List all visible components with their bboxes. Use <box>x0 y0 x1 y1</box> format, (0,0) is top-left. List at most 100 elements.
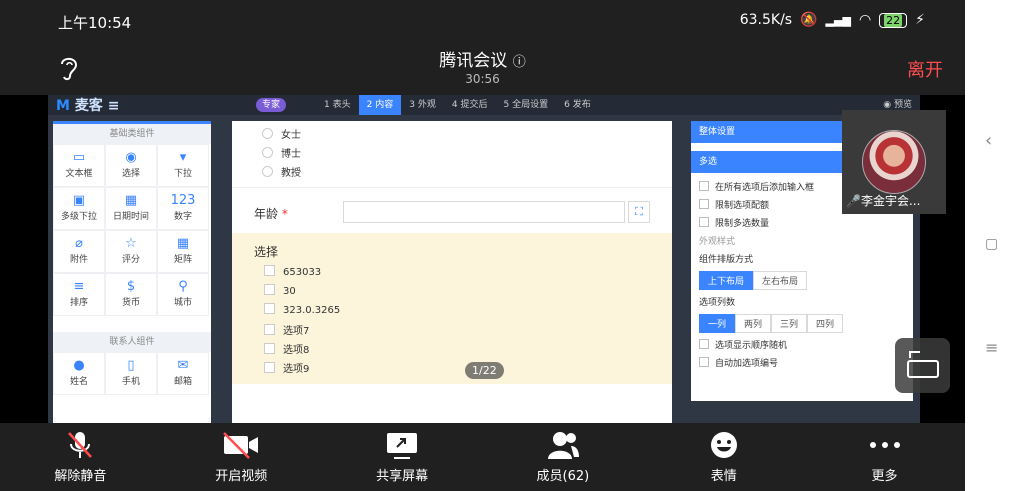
component-item[interactable]: ▦ 日期时间 <box>105 187 157 230</box>
component-item[interactable]: ✉ 邮箱 <box>157 352 209 395</box>
currency-icon: $ <box>126 279 136 294</box>
setting-checkbox[interactable]: 选项显示顺序随机 <box>691 337 913 355</box>
sort-icon: ≡ <box>73 279 85 294</box>
meeting-title[interactable]: 腾讯会议 ⓘ <box>0 46 965 71</box>
columns-segmented-control: 一列 两列 三列 四列 <box>691 314 913 333</box>
text-box-icon: ▭ <box>72 150 86 165</box>
status-right: 63.5K/s 🔕 ▂▄▆ ◠ 22 ⚡ <box>740 12 925 28</box>
step-tab[interactable]: 1 表头 <box>316 95 359 115</box>
meeting-screen: 上午10:54 63.5K/s 🔕 ▂▄▆ ◠ 22 ⚡ 腾讯会议 ⓘ 30:5… <box>0 0 1024 491</box>
share-screen-icon <box>387 433 418 459</box>
component-item[interactable]: ● 姓名 <box>53 352 105 395</box>
eye-icon: ◉ <box>883 100 892 110</box>
members-icon <box>547 432 579 459</box>
mute-bell-icon: 🔕 <box>800 12 818 28</box>
mail-icon: ✉ <box>177 358 189 373</box>
step-tab-active[interactable]: 2 内容 <box>358 95 402 115</box>
avatar <box>862 130 926 194</box>
app-top-bar: M 麦客 ≡ 专家 1 表头 2 内容 3 外观 4 提交后 5 全局设置 6 … <box>48 95 920 115</box>
menu-icon[interactable]: ≡ <box>108 98 120 114</box>
partial-row <box>53 316 211 328</box>
star-icon: ☆ <box>125 236 137 251</box>
status-time: 上午10:54 <box>58 14 132 32</box>
component-item[interactable]: $ 货币 <box>105 273 157 316</box>
step-tab[interactable]: 5 全局设置 <box>496 95 557 115</box>
columns-label: 选项列数 <box>699 298 736 308</box>
layout-option[interactable]: 左右布局 <box>753 271 808 290</box>
component-item[interactable]: 123 数字 <box>157 187 209 230</box>
layout-label: 组件排版方式 <box>699 255 754 265</box>
basic-components-grid: ▭ 文本框 ◉ 选择 ▾ 下拉 ▣ 多级下拉 ▦ 日期时间 123 数字 ⌀ 附件 ☆ 评分 ▦… <box>53 144 211 316</box>
toolbar-label: 成员(62) <box>536 469 590 484</box>
column-option[interactable]: 两列 <box>735 314 772 333</box>
dropdown-icon: ▾ <box>179 150 187 165</box>
component-item[interactable]: ◉ 选择 <box>105 144 157 187</box>
component-item[interactable]: ⌀ 附件 <box>53 230 105 273</box>
checkbox-option[interactable]: 选项9 <box>264 360 309 375</box>
toolbar-label: 表情 <box>710 469 737 484</box>
step-tab[interactable]: 6 发布 <box>556 95 599 115</box>
column-option[interactable]: 四列 <box>807 314 844 333</box>
component-item[interactable]: ≡ 排序 <box>53 273 105 316</box>
layout-option[interactable]: 上下布局 <box>699 271 754 290</box>
paperclip-icon: ⌀ <box>75 236 83 251</box>
checkbox-option[interactable]: 323.0.3265 <box>264 303 340 316</box>
component-item[interactable]: ▣ 多级下拉 <box>53 187 105 230</box>
setting-checkbox[interactable]: 限制多选数量 <box>691 215 913 233</box>
radio-option[interactable]: 博士 <box>262 145 301 160</box>
unmute-button[interactable]: 解除静音 <box>0 423 161 491</box>
age-label: 年龄 * <box>254 207 288 221</box>
toolbar-label: 共享屏幕 <box>376 469 429 484</box>
age-input[interactable] <box>343 201 625 223</box>
start-video-button[interactable]: 开启视频 <box>161 423 322 491</box>
mic-icon: 🎤 <box>846 194 861 208</box>
phone-icon: ▯ <box>127 358 135 373</box>
rotate-screen-button[interactable] <box>895 338 950 393</box>
step-tab[interactable]: 4 提交后 <box>444 95 496 115</box>
app-logo: M 麦客 ≡ <box>56 98 120 114</box>
emoji-button[interactable]: 表情 <box>643 423 804 491</box>
radio-option[interactable]: 女士 <box>262 126 301 141</box>
home-icon[interactable]: ▢ <box>985 236 998 252</box>
checkbox-option[interactable]: 选项7 <box>264 322 309 337</box>
recents-icon[interactable]: ≡ <box>985 338 998 357</box>
column-option[interactable]: 一列 <box>699 314 736 333</box>
appearance-label: 外观样式 <box>699 237 736 247</box>
more-button[interactable]: 更多 <box>804 423 965 491</box>
radio-option[interactable]: 教授 <box>262 164 301 179</box>
mic-muted-icon <box>68 432 93 458</box>
shared-app-window: M 麦客 ≡ 专家 1 表头 2 内容 3 外观 4 提交后 5 全局设置 6 … <box>48 95 920 423</box>
select-block[interactable]: 选择 653033 30 323.0.3265 选项7 选项8 选项9 1/22 <box>232 233 672 384</box>
info-icon[interactable]: ⓘ <box>513 55 526 70</box>
pro-badge: 专家 <box>256 98 287 112</box>
meeting-timer: 30:56 <box>465 72 500 86</box>
location-icon: ⚲ <box>178 279 188 294</box>
members-button[interactable]: 成员(62) <box>482 423 643 491</box>
component-item[interactable]: ▾ 下拉 <box>157 144 209 187</box>
component-panel: 基础类组件 ▭ 文本框 ◉ 选择 ▾ 下拉 ▣ 多级下拉 ▦ 日期时间 123 数字 ⌀ 附件… <box>53 121 211 423</box>
column-option[interactable]: 三列 <box>771 314 808 333</box>
checkbox-option[interactable]: 选项8 <box>264 341 309 356</box>
signal-icon: ▂▄▆ <box>825 13 851 27</box>
person-icon: ● <box>73 358 85 373</box>
form-canvas: 女士 博士 教授 年龄 * ⛶ 选择 653033 30 323.0.3265 … <box>232 121 672 423</box>
checkbox-option[interactable]: 653033 <box>264 265 321 278</box>
participant-tile[interactable]: 🎤李金宇会... <box>842 110 946 214</box>
emoji-icon <box>710 432 737 458</box>
component-item[interactable]: ⚲ 城市 <box>157 273 209 316</box>
toolbar-label: 开启视频 <box>215 469 268 484</box>
component-item[interactable]: ▦ 矩阵 <box>157 230 209 273</box>
checkbox-option[interactable]: 30 <box>264 284 296 297</box>
share-screen-button[interactable]: 共享屏幕 <box>322 423 483 491</box>
more-icon <box>869 442 900 448</box>
expand-icon[interactable]: ⛶ <box>628 201 650 223</box>
video-off-icon <box>223 432 259 459</box>
leave-button[interactable]: 离开 <box>907 56 943 82</box>
back-icon[interactable]: ‹ <box>985 130 992 151</box>
setting-checkbox[interactable]: 自动加选项编号 <box>691 355 913 373</box>
component-item[interactable]: ▭ 文本框 <box>53 144 105 187</box>
component-item[interactable]: ▯ 手机 <box>105 352 157 395</box>
component-item[interactable]: ☆ 评分 <box>105 230 157 273</box>
step-tab[interactable]: 3 外观 <box>401 95 444 115</box>
cascade-icon: ▣ <box>72 193 86 208</box>
